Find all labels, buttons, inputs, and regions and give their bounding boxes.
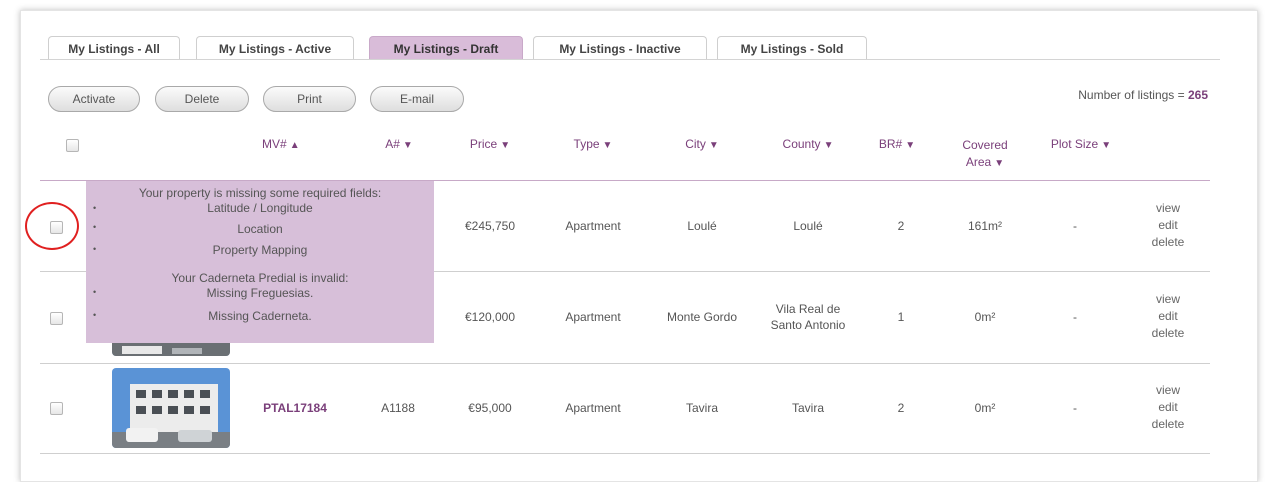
row-covered: 161m²: [967, 219, 1002, 233]
delete-link[interactable]: delete: [1138, 416, 1198, 433]
row-price: €245,750: [464, 219, 516, 233]
row-county-line1: Loulé: [793, 219, 823, 233]
col-city-label: City: [685, 137, 706, 151]
print-button[interactable]: Print: [263, 86, 356, 112]
missing-fields-heading: Your property is missing some required f…: [138, 186, 382, 200]
col-br-label: BR#: [878, 137, 903, 151]
missing-field-item: Location: [237, 222, 283, 236]
row-covered: 0m²: [974, 401, 996, 415]
row-city: Loulé: [687, 219, 717, 233]
sort-desc-icon: ▼: [994, 158, 1005, 169]
row-covered: 0m²: [974, 310, 996, 324]
email-button[interactable]: E-mail: [370, 86, 464, 112]
view-link[interactable]: view: [1138, 291, 1198, 308]
sort-desc-icon: ▼: [823, 140, 834, 151]
row-checkbox[interactable]: [50, 402, 63, 415]
tab-inactive[interactable]: My Listings - Inactive: [533, 36, 707, 60]
col-mv-label: MV#: [262, 137, 287, 151]
tab-all[interactable]: My Listings - All: [48, 36, 180, 60]
validation-tooltip: Your property is missing some required f…: [86, 181, 434, 343]
sort-desc-icon: ▼: [500, 140, 511, 151]
invalid-caderneta-heading: Your Caderneta Predial is invalid:: [171, 271, 349, 285]
col-mv[interactable]: MV# ▲: [262, 137, 322, 151]
invalid-item: Missing Caderneta.: [208, 309, 312, 323]
missing-field-item: Property Mapping: [212, 243, 308, 257]
col-type[interactable]: Type ▼: [558, 137, 628, 151]
row-city: Monte Gordo: [666, 310, 738, 324]
col-area-label: Area: [965, 155, 992, 169]
row-plot: -: [1073, 310, 1077, 324]
col-covered-label: Covered: [962, 138, 1008, 152]
col-plot-label: Plot Size: [1050, 137, 1099, 151]
row-type: Apartment: [565, 219, 621, 233]
row-price: €95,000: [468, 401, 512, 415]
row-actions: view edit delete: [1138, 200, 1198, 251]
row-type: Apartment: [565, 401, 621, 415]
row-divider: [40, 363, 1210, 364]
col-a-label: A#: [385, 137, 400, 151]
edit-link[interactable]: edit: [1138, 399, 1198, 416]
col-city[interactable]: City ▼: [672, 137, 732, 151]
row-checkbox[interactable]: [50, 312, 63, 325]
row-county: Loulé: [758, 218, 858, 234]
delete-link[interactable]: delete: [1138, 325, 1198, 342]
col-county-label: County: [782, 137, 821, 151]
tab-draft[interactable]: My Listings - Draft: [369, 36, 523, 60]
row-a-number: A1188: [381, 401, 415, 415]
col-plot-size[interactable]: Plot Size ▼: [1036, 137, 1126, 151]
edit-link[interactable]: edit: [1138, 308, 1198, 325]
highlight-circle: [25, 202, 79, 250]
listing-count: Number of listings = 265: [1078, 88, 1208, 102]
sort-desc-icon: ▼: [905, 140, 916, 151]
row-county: Tavira: [758, 400, 858, 416]
sort-asc-icon: ▲: [289, 140, 300, 151]
row-county-line1: Tavira: [791, 401, 824, 415]
row-plot: -: [1073, 219, 1077, 233]
delete-button[interactable]: Delete: [155, 86, 249, 112]
row-br: 2: [897, 401, 905, 415]
activate-button[interactable]: Activate: [48, 86, 140, 112]
missing-field-item: Latitude / Longitude: [207, 201, 313, 215]
tab-active[interactable]: My Listings - Active: [196, 36, 354, 60]
row-county-line1: Vila Real de: [775, 302, 841, 316]
col-covered-area[interactable]: Covered Area ▼: [950, 137, 1020, 172]
row-divider: [40, 453, 1210, 454]
row-actions: view edit delete: [1138, 291, 1198, 342]
edit-link[interactable]: edit: [1138, 217, 1198, 234]
row-br: 2: [897, 219, 905, 233]
col-county[interactable]: County ▼: [768, 137, 848, 151]
mv-number-link[interactable]: PTAL17184: [255, 400, 335, 416]
sort-desc-icon: ▼: [602, 140, 613, 151]
view-link[interactable]: view: [1138, 200, 1198, 217]
view-link[interactable]: view: [1138, 382, 1198, 399]
select-all-checkbox[interactable]: [66, 139, 79, 152]
col-type-label: Type: [573, 137, 600, 151]
listing-count-value: 265: [1187, 88, 1208, 102]
col-a[interactable]: A# ▼: [374, 137, 424, 151]
sort-desc-icon: ▼: [708, 140, 719, 151]
listing-count-label: Number of listings =: [1078, 88, 1188, 102]
col-price[interactable]: Price ▼: [455, 137, 525, 151]
row-city: Tavira: [685, 401, 718, 415]
row-actions: view edit delete: [1138, 382, 1198, 433]
row-price: €120,000: [464, 310, 516, 324]
sort-desc-icon: ▼: [402, 140, 413, 151]
property-thumbnail[interactable]: [112, 368, 230, 448]
col-price-label: Price: [469, 137, 498, 151]
tab-sold[interactable]: My Listings - Sold: [717, 36, 867, 60]
col-br[interactable]: BR# ▼: [872, 137, 922, 151]
delete-link[interactable]: delete: [1138, 234, 1198, 251]
tabs-divider: [40, 59, 1220, 60]
row-county-line2: Santo Antonio: [770, 318, 846, 332]
row-county: Vila Real de Santo Antonio: [753, 301, 863, 333]
property-photo-icon: [112, 368, 230, 448]
row-type: Apartment: [565, 310, 621, 324]
sort-desc-icon: ▼: [1101, 140, 1112, 151]
invalid-item: Missing Freguesias.: [206, 286, 314, 300]
row-plot: -: [1073, 401, 1077, 415]
row-br: 1: [897, 310, 905, 324]
